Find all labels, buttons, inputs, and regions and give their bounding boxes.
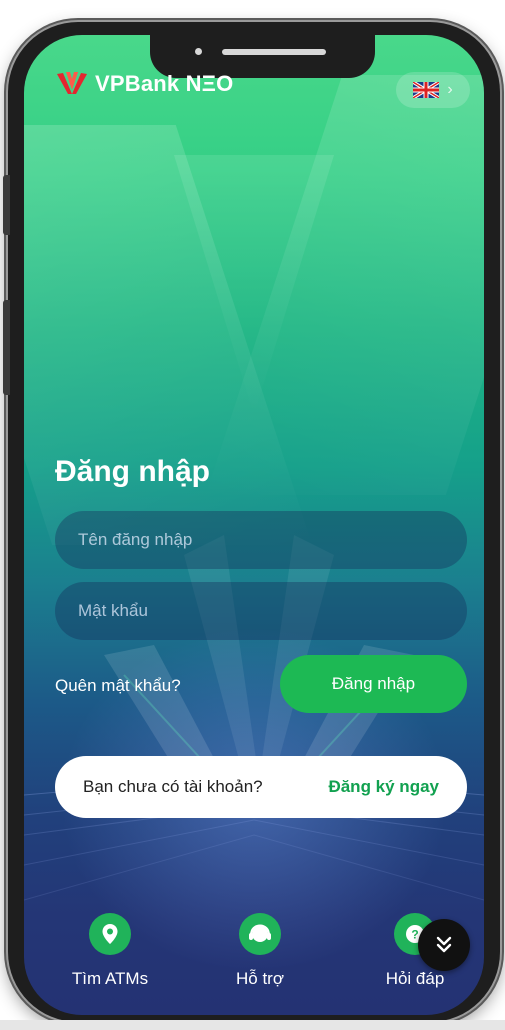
signup-question: Bạn chưa có tài khoản? <box>83 777 263 796</box>
scroll-down-button[interactable] <box>418 919 470 971</box>
uk-flag-icon <box>413 82 440 98</box>
light-beam-right <box>205 75 484 495</box>
power-button <box>3 300 10 395</box>
volume-button <box>3 175 10 235</box>
faq-label: Hỏi đáp <box>385 969 445 988</box>
chevron-right-icon: › <box>447 81 453 98</box>
light-beam-center <box>174 155 334 415</box>
front-camera <box>195 48 202 55</box>
page-title: Đăng nhập <box>55 455 210 488</box>
brand-name: VPBank NΞO <box>95 71 234 96</box>
find-atm-label: Tìm ATMs <box>71 969 149 988</box>
signup-card: Bạn chưa có tài khoản? Đăng ký ngay <box>55 756 467 818</box>
forgot-password-link[interactable]: Quên mật khẩu? <box>55 676 181 696</box>
vpbank-logo-icon <box>57 72 87 94</box>
username-input[interactable] <box>55 511 467 569</box>
support-button[interactable]: Hỗ trợ <box>220 913 300 989</box>
language-switcher[interactable]: › <box>396 72 470 108</box>
double-chevron-down-icon <box>436 936 452 953</box>
page-bottom-edge <box>0 1020 505 1030</box>
signup-link[interactable]: Đăng ký ngay <box>328 777 439 797</box>
location-pin-icon <box>89 913 131 955</box>
find-atm-button[interactable]: Tìm ATMs <box>65 913 155 989</box>
support-label: Hỗ trợ <box>236 969 284 988</box>
earpiece-speaker <box>222 49 326 55</box>
password-input[interactable] <box>55 582 467 640</box>
brand-logo: VPBank NΞO <box>55 70 233 98</box>
login-button[interactable]: Đăng nhập <box>280 655 467 713</box>
headset-icon <box>239 913 281 955</box>
